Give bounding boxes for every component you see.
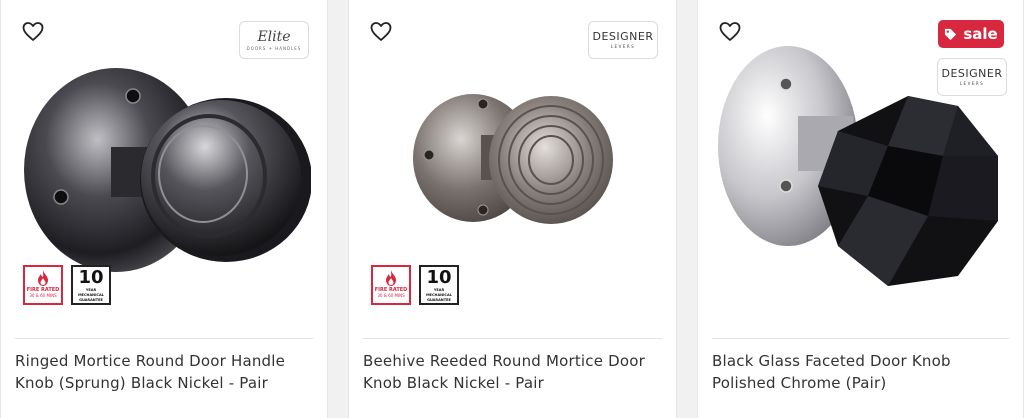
flame-icon <box>38 270 48 286</box>
guarantee-badge: 10 YEAR MECHANICAL GUARANTEE <box>71 265 111 305</box>
heart-icon[interactable] <box>21 20 45 44</box>
fire-rated-badge: FIRE RATED 30 & 60 MINS <box>371 265 411 305</box>
certification-badges: FIRE RATED 30 & 60 MINS 10 YEAR MECHANIC… <box>23 265 111 305</box>
product-image[interactable] <box>21 62 311 277</box>
product-image[interactable] <box>411 90 621 230</box>
certification-badges: FIRE RATED 30 & 60 MINS 10 YEAR MECHANIC… <box>371 265 459 305</box>
product-title[interactable]: Ringed Mortice Round Door Handle Knob (S… <box>15 350 313 394</box>
product-card[interactable]: sale DESIGNER LEVERS Black Glass Faceted… <box>697 0 1024 418</box>
brand-logo: DESIGNER LEVERS <box>588 21 658 59</box>
brand-logo: Elite DOORS + HANDLES <box>239 21 309 59</box>
card-divider <box>712 338 1009 339</box>
product-card[interactable]: Elite DOORS + HANDLES FIRE RATED 30 & 60… <box>0 0 328 418</box>
card-divider <box>363 338 662 339</box>
fire-rated-badge: FIRE RATED 30 & 60 MINS <box>23 265 63 305</box>
guarantee-badge: 10 YEAR MECHANICAL GUARANTEE <box>419 265 459 305</box>
product-title[interactable]: Beehive Reeded Round Mortice Door Knob B… <box>363 350 662 394</box>
heart-icon[interactable] <box>369 20 393 44</box>
card-divider <box>15 338 313 339</box>
product-card[interactable]: DESIGNER LEVERS FIRE RATED 30 & 60 MINS … <box>348 0 677 418</box>
flame-icon <box>386 270 396 286</box>
product-title[interactable]: Black Glass Faceted Door Knob Polished C… <box>712 350 1009 394</box>
product-image[interactable] <box>718 36 1018 296</box>
